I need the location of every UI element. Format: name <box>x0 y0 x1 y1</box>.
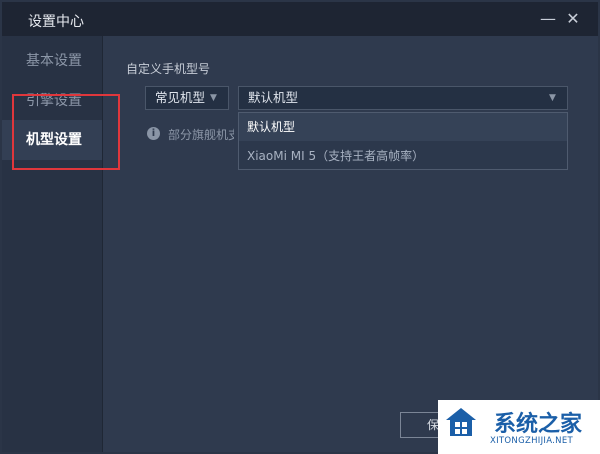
sidebar-item-label: 基本设置 <box>26 53 82 69</box>
watermark: 系统之家 XITONGZHIJIA.NET <box>438 400 600 454</box>
title-bar: 设置中心 — ✕ <box>2 2 598 36</box>
close-icon[interactable]: ✕ <box>562 8 584 30</box>
chevron-down-icon: ▼ <box>549 93 556 103</box>
sidebar-item-basic[interactable]: 基本设置 <box>2 42 102 80</box>
chevron-down-icon: ▼ <box>210 93 217 103</box>
model-category-select[interactable]: 常见机型 ▼ <box>145 86 229 110</box>
highlight-annotation-box <box>12 94 120 170</box>
watermark-url: XITONGZHIJIA.NET <box>490 436 573 446</box>
category-select-value: 常见机型 <box>155 90 206 105</box>
settings-window: 设置中心 — ✕ 基本设置 引擎设置 机型设置 自定义手机型号 常见机型 ▼ 默… <box>2 2 598 452</box>
info-text: 部分旗舰机支 <box>168 128 234 142</box>
model-select[interactable]: 默认机型 ▼ <box>238 86 568 110</box>
custom-model-label: 自定义手机型号 <box>126 62 211 76</box>
dropdown-option-default[interactable]: 默认机型 <box>239 113 567 141</box>
dropdown-option-xiaomi-mi5[interactable]: XiaoMi MI 5（支持王者高帧率） <box>239 142 567 170</box>
model-dropdown-list: 默认机型 XiaoMi MI 5（支持王者高帧率） <box>238 112 568 170</box>
model-select-value: 默认机型 <box>248 90 299 105</box>
house-logo-icon <box>446 408 476 436</box>
info-icon: i <box>147 127 160 140</box>
minimize-icon[interactable]: — <box>537 8 559 30</box>
window-title: 设置中心 <box>28 14 84 30</box>
watermark-brand: 系统之家 <box>494 412 583 437</box>
